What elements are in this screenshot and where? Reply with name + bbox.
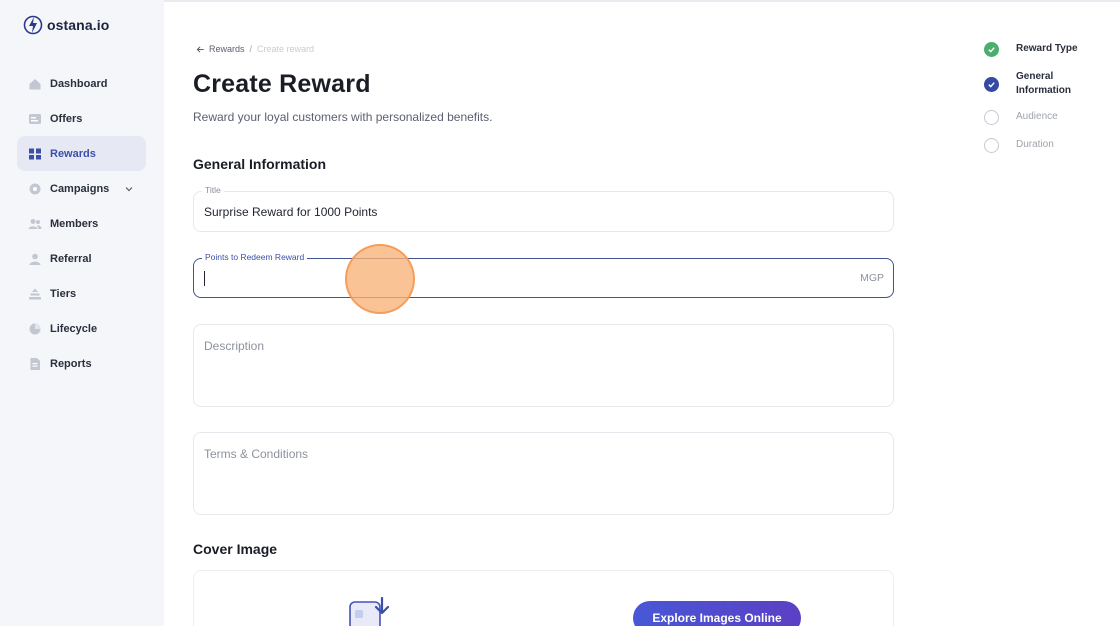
sidebar: ostana.io Dashboard Offers Rewards Campa… <box>0 0 164 626</box>
breadcrumb-back-link[interactable]: Rewards <box>196 44 245 54</box>
step-audience[interactable]: Audience <box>984 110 1096 125</box>
sidebar-item-label: Dashboard <box>50 77 108 90</box>
points-unit-suffix: MGP <box>860 272 884 284</box>
campaigns-icon <box>28 182 42 196</box>
sidebar-item-offers[interactable]: Offers <box>17 101 146 136</box>
step-label: Reward Type <box>1016 43 1078 54</box>
arrow-left-icon <box>196 45 204 53</box>
step-duration[interactable]: Duration <box>984 138 1096 153</box>
check-circle-icon <box>984 77 999 92</box>
brand-logo[interactable]: ostana.io <box>23 12 109 38</box>
offers-icon <box>28 112 42 126</box>
breadcrumb: Rewards / Create reward <box>196 44 314 54</box>
top-divider <box>0 0 1120 2</box>
sidebar-item-members[interactable]: Members <box>17 206 146 241</box>
explore-images-button[interactable]: Explore Images Online <box>633 601 801 626</box>
text-caret <box>204 271 205 286</box>
step-reward-type[interactable]: Reward Type <box>984 42 1096 57</box>
title-field-label: Title <box>202 185 224 195</box>
reports-icon <box>28 357 42 371</box>
brand-name: ostana.io <box>47 17 110 33</box>
sidebar-item-reports[interactable]: Reports <box>17 346 146 381</box>
page-subtitle: Reward your loyal customers with persona… <box>193 110 493 124</box>
step-label: General Information <box>1016 71 1071 96</box>
sidebar-item-tiers[interactable]: Tiers <box>17 276 146 311</box>
sidebar-item-label: Members <box>50 217 99 230</box>
sidebar-item-label: Rewards <box>50 147 96 160</box>
sidebar-item-label: Lifecycle <box>50 322 98 335</box>
sidebar-item-referral[interactable]: Referral <box>17 241 146 276</box>
cover-image-heading: Cover Image <box>193 541 278 557</box>
lifecycle-icon <box>28 322 42 336</box>
breadcrumb-current: Create reward <box>257 44 315 54</box>
tiers-icon <box>28 287 42 301</box>
terms-field[interactable]: Terms & Conditions <box>193 432 894 515</box>
chevron-down-icon[interactable] <box>124 184 134 194</box>
rewards-icon <box>28 147 42 161</box>
referral-icon <box>28 252 42 266</box>
members-icon <box>28 217 42 231</box>
click-indicator <box>345 244 415 314</box>
empty-circle-icon <box>984 138 999 153</box>
points-field-label: Points to Redeem Reward <box>202 252 308 262</box>
breadcrumb-back-label: Rewards <box>209 44 245 54</box>
step-label: Duration <box>1016 139 1054 150</box>
title-field-value: Surprise Reward for 1000 Points <box>204 205 378 219</box>
description-field[interactable]: Description <box>193 324 894 407</box>
sidebar-item-rewards[interactable]: Rewards <box>17 136 146 171</box>
breadcrumb-separator: / <box>249 44 253 54</box>
step-label: Audience <box>1016 111 1058 122</box>
title-field[interactable]: Title Surprise Reward for 1000 Points <box>193 185 894 232</box>
check-circle-icon <box>984 42 999 57</box>
sidebar-item-campaigns[interactable]: Campaigns <box>17 171 146 206</box>
sidebar-item-label: Campaigns <box>50 182 110 195</box>
sidebar-item-label: Reports <box>50 357 92 370</box>
description-placeholder: Description <box>204 339 265 353</box>
step-general-information[interactable]: General Information <box>984 70 1096 98</box>
sidebar-item-label: Offers <box>50 112 83 125</box>
terms-placeholder: Terms & Conditions <box>204 447 309 461</box>
logo-icon <box>23 15 43 35</box>
general-information-heading: General Information <box>193 156 327 172</box>
sidebar-nav: Dashboard Offers Rewards Campaigns Membe… <box>17 66 146 381</box>
sidebar-item-label: Referral <box>50 252 92 265</box>
empty-circle-icon <box>984 110 999 125</box>
page-title: Create Reward <box>193 70 371 98</box>
sidebar-item-label: Tiers <box>50 287 77 300</box>
points-to-redeem-field[interactable]: Points to Redeem Reward MGP <box>193 252 894 298</box>
image-upload-icon[interactable] <box>349 597 393 626</box>
home-icon <box>28 77 42 91</box>
sidebar-item-dashboard[interactable]: Dashboard <box>17 66 146 101</box>
sidebar-item-lifecycle[interactable]: Lifecycle <box>17 311 146 346</box>
